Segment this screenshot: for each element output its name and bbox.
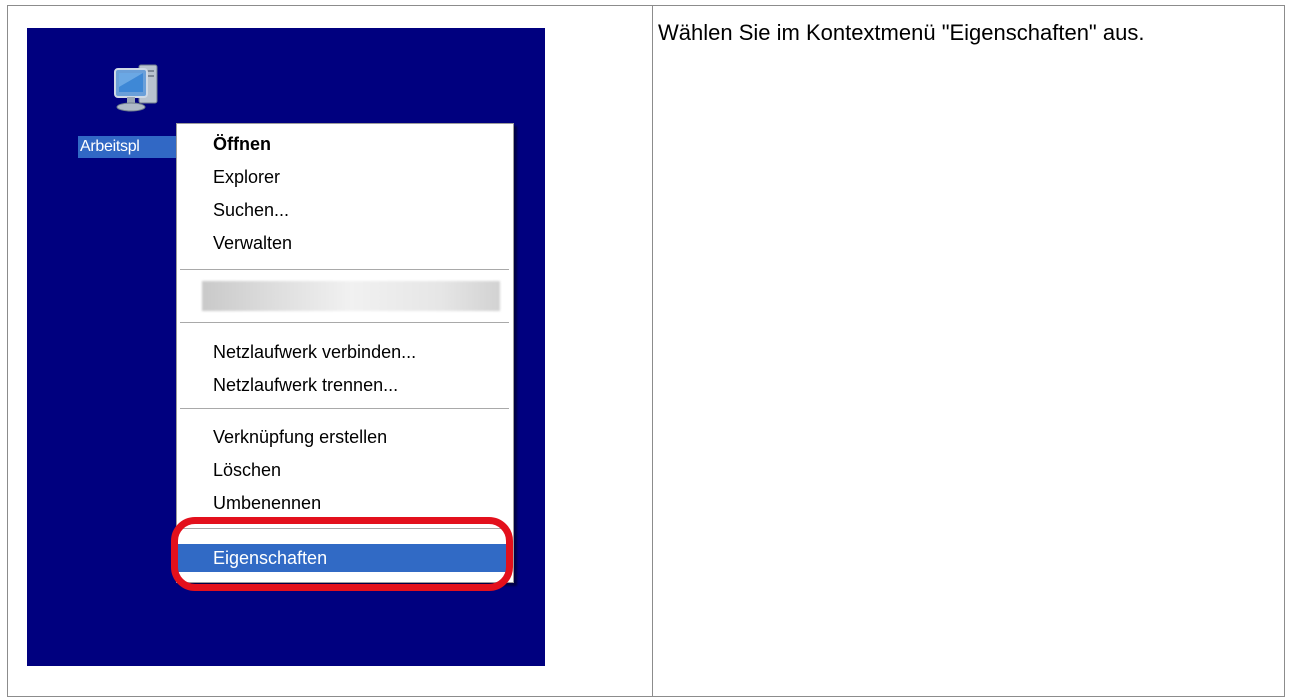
menu-item-oeffnen[interactable]: Öffnen (178, 130, 512, 158)
menu-separator (180, 269, 509, 271)
menu-item-suchen[interactable]: Suchen... (178, 196, 512, 224)
menu-item-umbenennen[interactable]: Umbenennen (178, 489, 512, 517)
menu-separator (180, 322, 509, 324)
table-divider (652, 6, 653, 696)
menu-separator (180, 408, 509, 410)
desktop-icon-label[interactable]: Arbeitspl (78, 136, 180, 158)
menu-item-verwalten[interactable]: Verwalten (178, 229, 512, 257)
instruction-text: Wählen Sie im Kontextmenü "Eigenschaften… (658, 20, 1145, 45)
menu-item-explorer[interactable]: Explorer (178, 163, 512, 191)
menu-item-loeschen[interactable]: Löschen (178, 456, 512, 484)
desktop-screenshot: Arbeitspl Öffnen Explorer Suchen... Verw… (27, 28, 545, 666)
context-menu: Öffnen Explorer Suchen... Verwalten Netz… (176, 123, 514, 583)
my-computer-icon[interactable] (113, 61, 161, 119)
menu-item-netzlaufwerk-trennen[interactable]: Netzlaufwerk trennen... (178, 371, 512, 399)
blurred-menu-item (202, 281, 500, 311)
menu-item-netzlaufwerk-verbinden[interactable]: Netzlaufwerk verbinden... (178, 338, 512, 366)
menu-item-verknuepfung-erstellen[interactable]: Verknüpfung erstellen (178, 423, 512, 451)
highlight-annotation (171, 517, 513, 591)
